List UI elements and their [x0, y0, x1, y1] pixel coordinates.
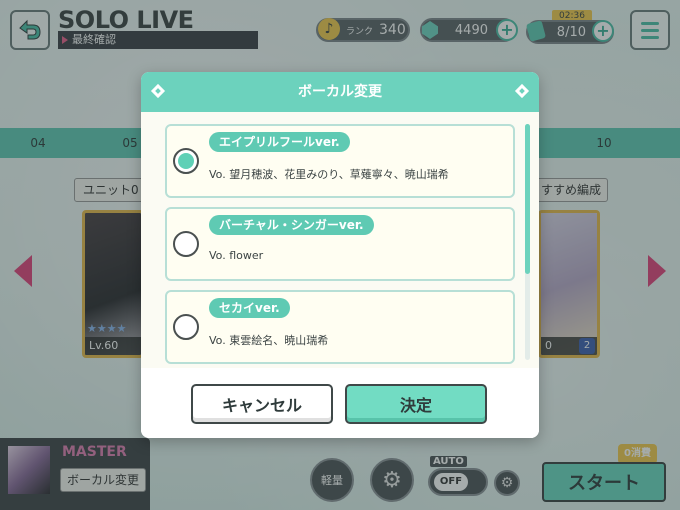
- vocal-version-tag: エイプリルフールver.: [209, 132, 350, 152]
- confirm-button[interactable]: 決定: [345, 384, 487, 424]
- diamond-icon: [150, 83, 166, 99]
- dialog-header: ボーカル変更: [141, 72, 539, 112]
- radio-button-selected[interactable]: [173, 148, 199, 174]
- vocal-version-tag: バーチャル・シンガーver.: [209, 215, 374, 235]
- vocal-version-tag: セカイver.: [209, 298, 290, 318]
- vocal-options-list[interactable]: エイプリルフールver. Vo. 望月穂波、花里みのり、草薙寧々、暁山瑞希 バー…: [141, 112, 539, 368]
- radio-button[interactable]: [173, 314, 199, 340]
- scrollbar-thumb[interactable]: [525, 124, 530, 274]
- vocal-singers: Vo. 東雲絵名、暁山瑞希: [209, 334, 329, 347]
- vocal-change-dialog: ボーカル変更 エイプリルフールver. Vo. 望月穂波、花里みのり、草薙寧々、…: [141, 72, 539, 438]
- vocal-option[interactable]: エイプリルフールver. Vo. 望月穂波、花里みのり、草薙寧々、暁山瑞希: [165, 124, 515, 198]
- diamond-icon: [514, 83, 530, 99]
- vocal-singers: Vo. 望月穂波、花里みのり、草薙寧々、暁山瑞希: [209, 168, 449, 181]
- dialog-footer: キャンセル 決定: [141, 368, 539, 438]
- vocal-singers: Vo. flower: [209, 249, 264, 262]
- dialog-title: ボーカル変更: [298, 84, 382, 100]
- cancel-button[interactable]: キャンセル: [191, 384, 333, 424]
- radio-button[interactable]: [173, 231, 199, 257]
- vocal-option[interactable]: セカイver. Vo. 東雲絵名、暁山瑞希: [165, 290, 515, 364]
- vocal-option[interactable]: バーチャル・シンガーver. Vo. flower: [165, 207, 515, 281]
